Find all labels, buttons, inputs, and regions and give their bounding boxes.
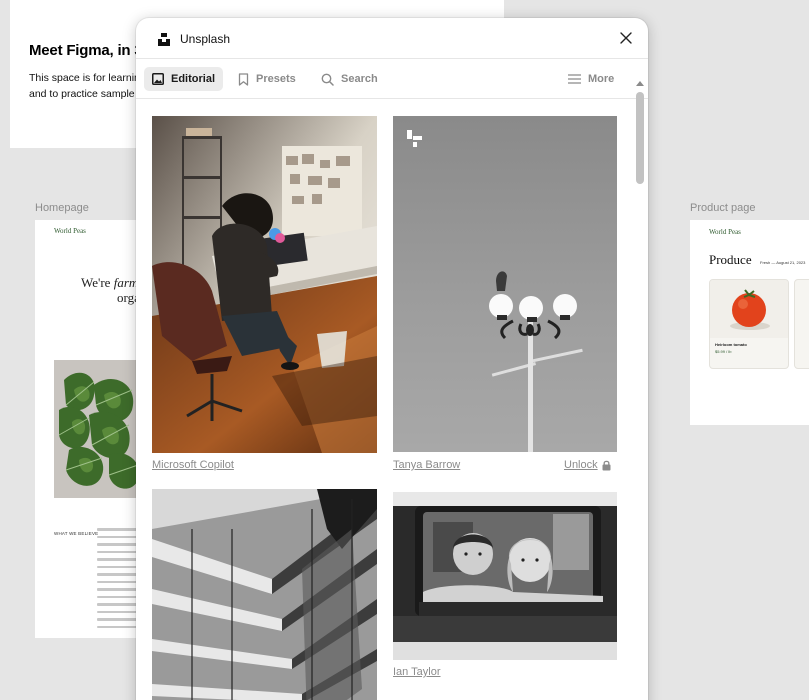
desk-photo-image (152, 116, 377, 453)
dialog-title: Unsplash (180, 32, 231, 46)
homepage-hero: We're farm (81, 275, 138, 290)
dialog-tabs: Editorial Presets Search More (136, 59, 648, 99)
unsplash-dialog: Unsplash Editorial Presets Search More M… (136, 18, 648, 700)
product-brand: World Peas (709, 228, 741, 236)
tomato-image (710, 280, 788, 338)
photo-grid[interactable]: Microsoft Copilot Tanya Barrow Unlock Ia… (136, 81, 648, 700)
search-icon (321, 73, 334, 86)
photo-credit-microsoft-copilot[interactable]: Microsoft Copilot (152, 459, 234, 471)
hero-text-em: farm (113, 275, 139, 290)
tab-editorial[interactable]: Editorial (144, 67, 224, 91)
product-price: $5.99 / lb (715, 349, 732, 354)
unlock-label: Unlock (564, 459, 598, 471)
homepage-frame-label[interactable]: Homepage (35, 202, 89, 214)
close-icon[interactable] (618, 30, 634, 46)
product-tag: Fresh — August 21, 2023 (760, 260, 806, 265)
product-name: Heirloom tomato (715, 342, 747, 347)
hamburger-icon (568, 74, 581, 84)
hero-text-a: We're (81, 275, 114, 290)
unlock-button[interactable]: Unlock (564, 459, 611, 471)
unsplash-logo-icon (158, 33, 170, 46)
lock-icon (602, 460, 611, 470)
dialog-header: Unsplash (136, 18, 648, 59)
more-menu-button[interactable]: More (560, 67, 622, 91)
image-icon (152, 73, 164, 85)
photo-microsoft-copilot[interactable] (152, 116, 377, 453)
photo-tanya-barrow[interactable] (393, 116, 617, 452)
photo-credit-ian-taylor[interactable]: Ian Taylor (393, 666, 441, 678)
scroll-up-arrow-icon[interactable] (636, 80, 644, 86)
second-frame[interactable] (264, 0, 504, 20)
tab-search[interactable]: Search (313, 67, 386, 91)
product-card-2 (794, 279, 809, 369)
more-label: More (588, 73, 615, 85)
product-frame[interactable]: World Peas Produce Fresh — August 21, 20… (690, 220, 809, 425)
photo-credit-tanya-barrow[interactable]: Tanya Barrow (393, 459, 460, 471)
tab-search-label: Search (341, 73, 378, 85)
building-photo-image (152, 489, 377, 700)
product-title: Produce (709, 252, 752, 267)
product-frame-label[interactable]: Product page (690, 202, 755, 214)
homepage-brand: World Peas (54, 227, 86, 235)
scrollbar-thumb[interactable] (636, 92, 644, 184)
homepage-about-label: WHAT WE BELIEVE (54, 531, 99, 536)
tab-presets[interactable]: Presets (230, 67, 304, 91)
tab-presets-label: Presets (256, 73, 296, 85)
bookmark-icon (238, 72, 249, 86)
product-card: Heirloom tomato $5.99 / lb (709, 279, 789, 369)
photo-building[interactable] (152, 489, 377, 700)
lamp-photo-image (393, 116, 617, 452)
photo-ian-taylor[interactable] (393, 492, 617, 660)
tab-editorial-label: Editorial (171, 73, 216, 85)
car-children-photo-image (393, 492, 617, 660)
